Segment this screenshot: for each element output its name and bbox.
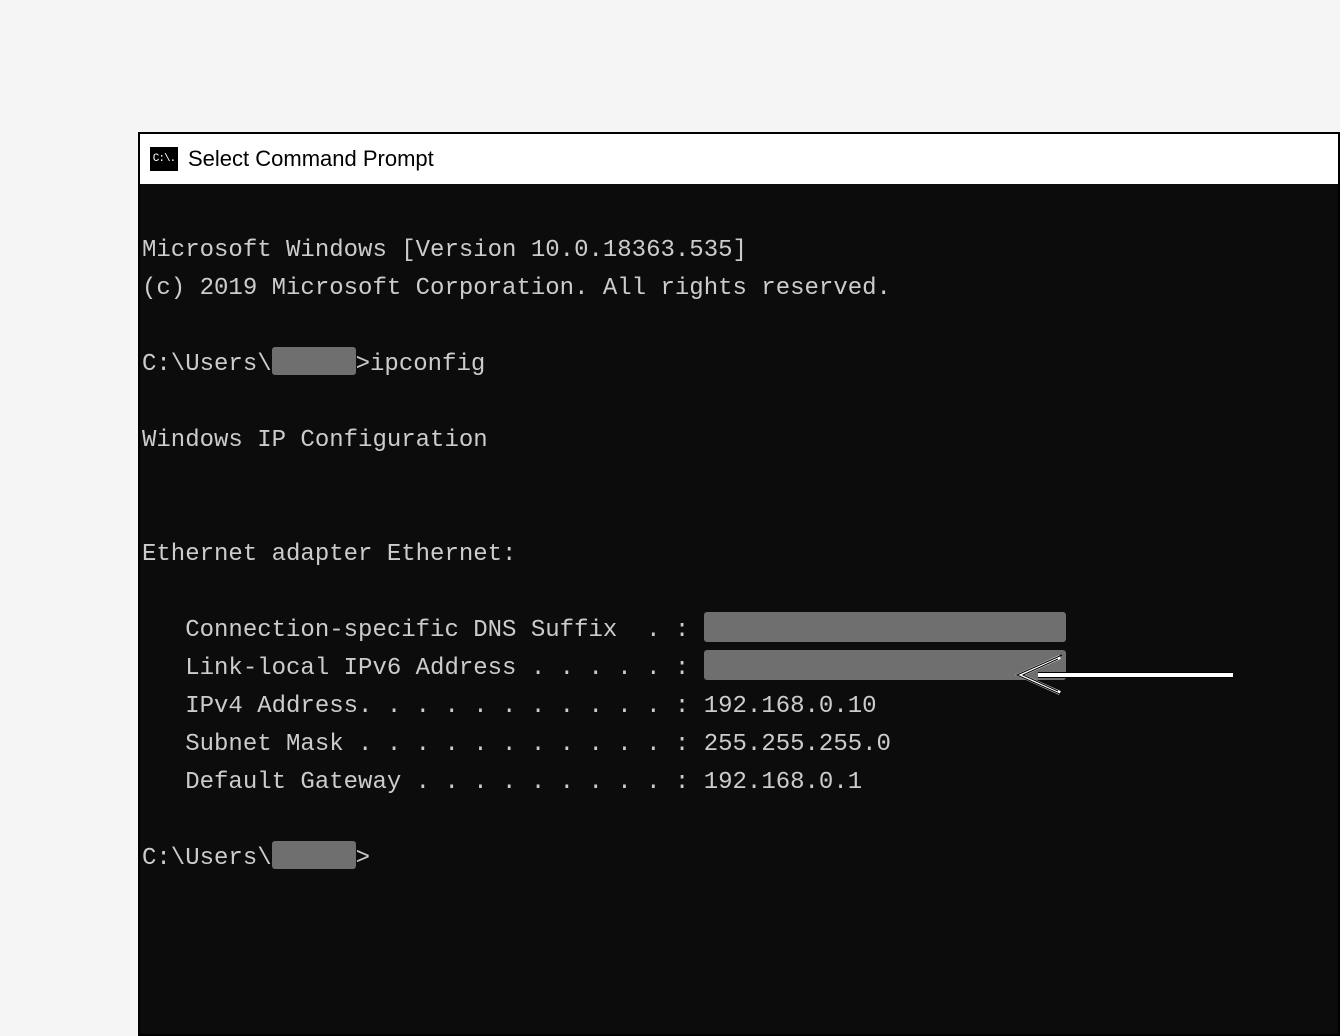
- ipv4-label: IPv4 Address. . . . . . . . . . . :: [142, 693, 704, 720]
- ipv4-value: 192.168.0.10: [704, 693, 877, 720]
- redacted-dns-suffix: [704, 612, 1066, 642]
- prompt-command: >ipconfig: [356, 351, 486, 378]
- link-local-label: Link-local IPv6 Address . . . . . :: [142, 655, 704, 682]
- redacted-username: [272, 841, 356, 869]
- subnet-value: 255.255.255.0: [704, 731, 891, 758]
- prompt-line-2: C:\Users\ >: [142, 840, 1336, 878]
- command-prompt-window: C:\. Select Command Prompt Microsoft Win…: [138, 132, 1340, 1036]
- gateway-label: Default Gateway . . . . . . . . . :: [142, 769, 704, 796]
- subnet-label: Subnet Mask . . . . . . . . . . . :: [142, 731, 704, 758]
- cmd-icon-label: C:\.: [153, 154, 175, 165]
- window-title: Select Command Prompt: [188, 146, 434, 172]
- blank-line: [142, 574, 1336, 612]
- ipv4-line: IPv4 Address. . . . . . . . . . . : 192.…: [142, 688, 1336, 726]
- prompt-prefix: C:\Users\: [142, 351, 272, 378]
- blank-line: [142, 498, 1336, 536]
- blank-line: [142, 384, 1336, 422]
- adapter-header: Ethernet adapter Ethernet:: [142, 536, 1336, 574]
- titlebar[interactable]: C:\. Select Command Prompt: [140, 134, 1338, 184]
- copyright-line: (c) 2019 Microsoft Corporation. All righ…: [142, 270, 1336, 308]
- dns-suffix-line: Connection-specific DNS Suffix . :: [142, 612, 1336, 650]
- prompt-line-1: C:\Users\ >ipconfig: [142, 346, 1336, 384]
- redacted-username: [272, 347, 356, 375]
- version-line: Microsoft Windows [Version 10.0.18363.53…: [142, 232, 1336, 270]
- dns-suffix-label: Connection-specific DNS Suffix . :: [142, 617, 704, 644]
- terminal-output[interactable]: Microsoft Windows [Version 10.0.18363.53…: [140, 184, 1338, 1034]
- prompt-empty: >: [356, 845, 370, 872]
- redacted-ipv6: [704, 650, 1066, 680]
- gateway-value: 192.168.0.1: [704, 769, 862, 796]
- gateway-line: Default Gateway . . . . . . . . . : 192.…: [142, 764, 1336, 802]
- blank-line: [142, 802, 1336, 840]
- cmd-icon: C:\.: [150, 147, 178, 171]
- blank-line: [142, 460, 1336, 498]
- prompt-prefix: C:\Users\: [142, 845, 272, 872]
- subnet-line: Subnet Mask . . . . . . . . . . . : 255.…: [142, 726, 1336, 764]
- link-local-line: Link-local IPv6 Address . . . . . :: [142, 650, 1336, 688]
- ipconfig-header: Windows IP Configuration: [142, 422, 1336, 460]
- blank-line: [142, 308, 1336, 346]
